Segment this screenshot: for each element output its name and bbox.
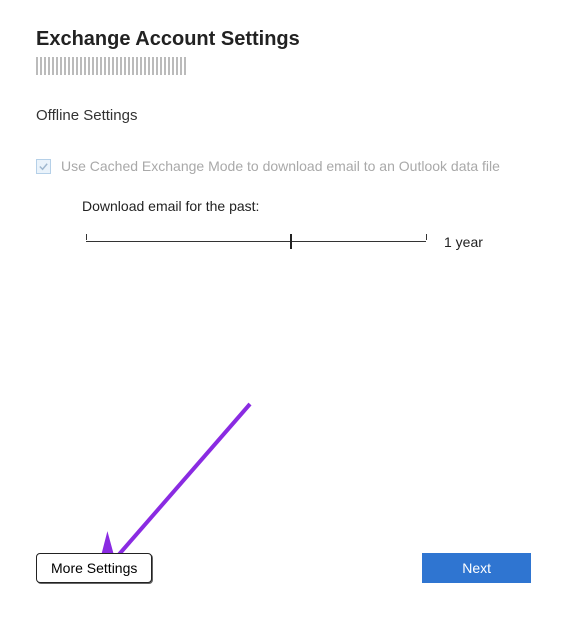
annotation-arrow-icon [100,399,260,579]
cached-mode-row: Use Cached Exchange Mode to download ema… [36,158,531,174]
download-past-label: Download email for the past: [82,198,531,214]
check-icon [38,161,49,172]
more-settings-button[interactable]: More Settings [36,553,152,583]
dialog-footer: More Settings Next [36,553,531,583]
slider-tick [426,234,427,240]
next-button[interactable]: Next [422,553,531,583]
download-slider[interactable] [86,230,426,254]
offline-section-label: Offline Settings [36,107,531,124]
cached-mode-checkbox [36,159,51,174]
slider-tick [86,234,87,240]
slider-thumb[interactable] [290,234,292,249]
page-title: Exchange Account Settings [36,28,531,51]
cached-mode-label: Use Cached Exchange Mode to download ema… [61,158,500,174]
slider-value-label: 1 year [444,234,483,250]
download-slider-row: 1 year [86,230,531,254]
account-email-redacted [36,57,186,75]
slider-track [86,241,426,242]
